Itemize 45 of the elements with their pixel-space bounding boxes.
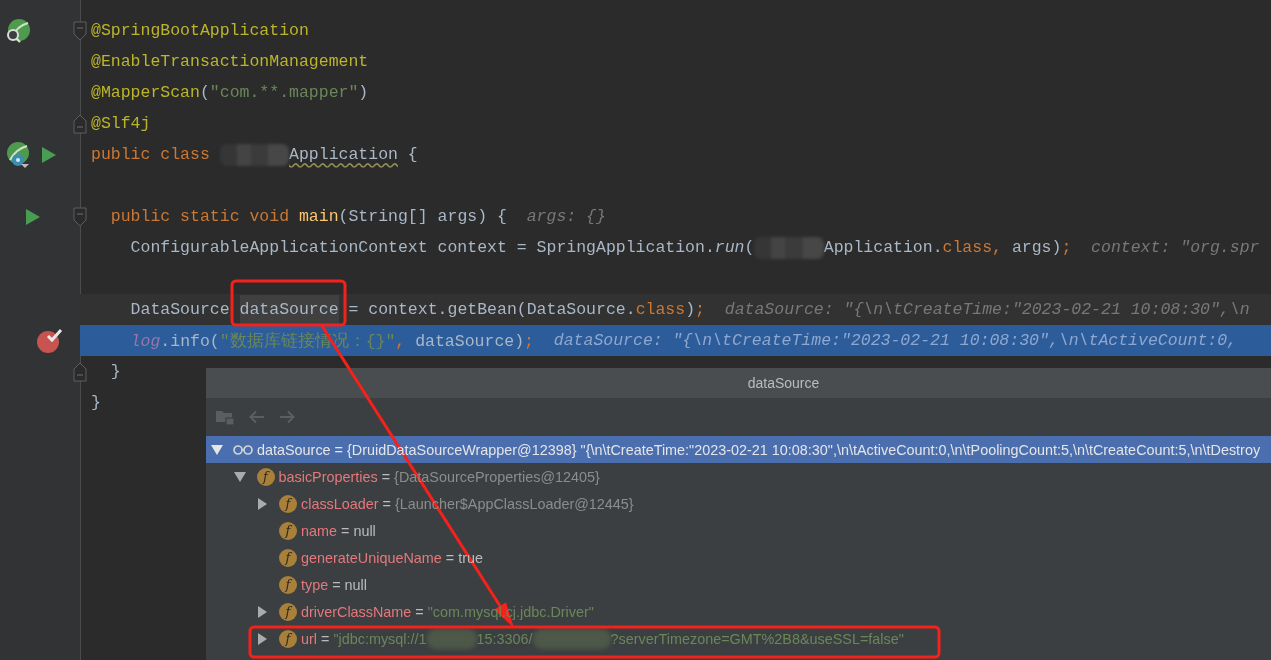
inline-value-hint: dataSource: "{\n\tCreateTime:"2023-02-21 10:08:30",\n\tActiveCount:0,	[553, 331, 1237, 350]
field-icon: f	[279, 629, 297, 648]
tree-row[interactable]: f name = null	[206, 517, 1271, 544]
code-text: @MapperScan("com.**.mapper")	[91, 83, 369, 102]
code-text: public static void main(String[] args) {	[110, 207, 507, 226]
run-icon[interactable]	[26, 208, 40, 225]
caret-right-icon[interactable]	[256, 498, 268, 509]
caret-down-icon[interactable]	[233, 471, 246, 482]
field-icon: f	[279, 575, 297, 594]
caret-right-icon[interactable]	[256, 606, 268, 617]
blurred-redaction	[219, 143, 290, 166]
field-icon: f	[279, 548, 297, 567]
caret-right-icon[interactable]	[256, 633, 268, 644]
code-text: @SpringBootApplication	[91, 21, 309, 40]
blurred-redaction	[426, 628, 477, 649]
fold-marker-icon[interactable]	[73, 20, 87, 41]
code-text: }	[110, 362, 121, 381]
popup-title: dataSource	[747, 375, 820, 391]
field-icon: f	[256, 467, 275, 486]
leaf-search-icon[interactable]	[5, 17, 31, 44]
code-text: }	[91, 393, 101, 412]
glasses-icon	[233, 444, 253, 455]
caret-down-icon[interactable]	[211, 444, 223, 455]
leaf-class-icon[interactable]	[5, 141, 31, 168]
field-icon: f	[279, 602, 297, 621]
blurred-redaction	[754, 236, 824, 259]
code-text: @Slf4j	[91, 114, 151, 133]
inline-value-hint: args: {}	[526, 207, 606, 226]
fold-marker-icon[interactable]	[73, 361, 87, 382]
field-icon: f	[279, 494, 297, 513]
code-text: Application.class, args);	[823, 238, 1072, 257]
tree-row[interactable]: f url = "jdbc:mysql://1 15:3306/ ?serverTimezone=GMT%2B8&useSSL=false"	[206, 625, 1271, 652]
field-icon: f	[279, 521, 297, 540]
code-text: Application {	[289, 145, 418, 164]
inline-value-hint: context: "org.spr	[1091, 238, 1260, 257]
code-text: DataSource dataSource = context.getBean(DataSource.class);	[130, 295, 705, 324]
inline-value-hint: dataSource: "{\n\tCreateTime:"2023-02-21 10:08:30",\n	[724, 300, 1250, 319]
breakpoint-icon[interactable]	[37, 327, 63, 354]
code-text: @EnableTransactionManagement	[91, 52, 369, 71]
code-text: public class	[91, 145, 211, 164]
fold-marker-icon[interactable]	[73, 113, 87, 134]
run-icon[interactable]	[42, 146, 56, 163]
tree-row[interactable]: f type = null	[206, 571, 1271, 598]
fold-marker-icon[interactable]	[73, 206, 87, 227]
code-text: ConfigurableApplicationContext context = SpringApplication.run(	[130, 238, 755, 257]
